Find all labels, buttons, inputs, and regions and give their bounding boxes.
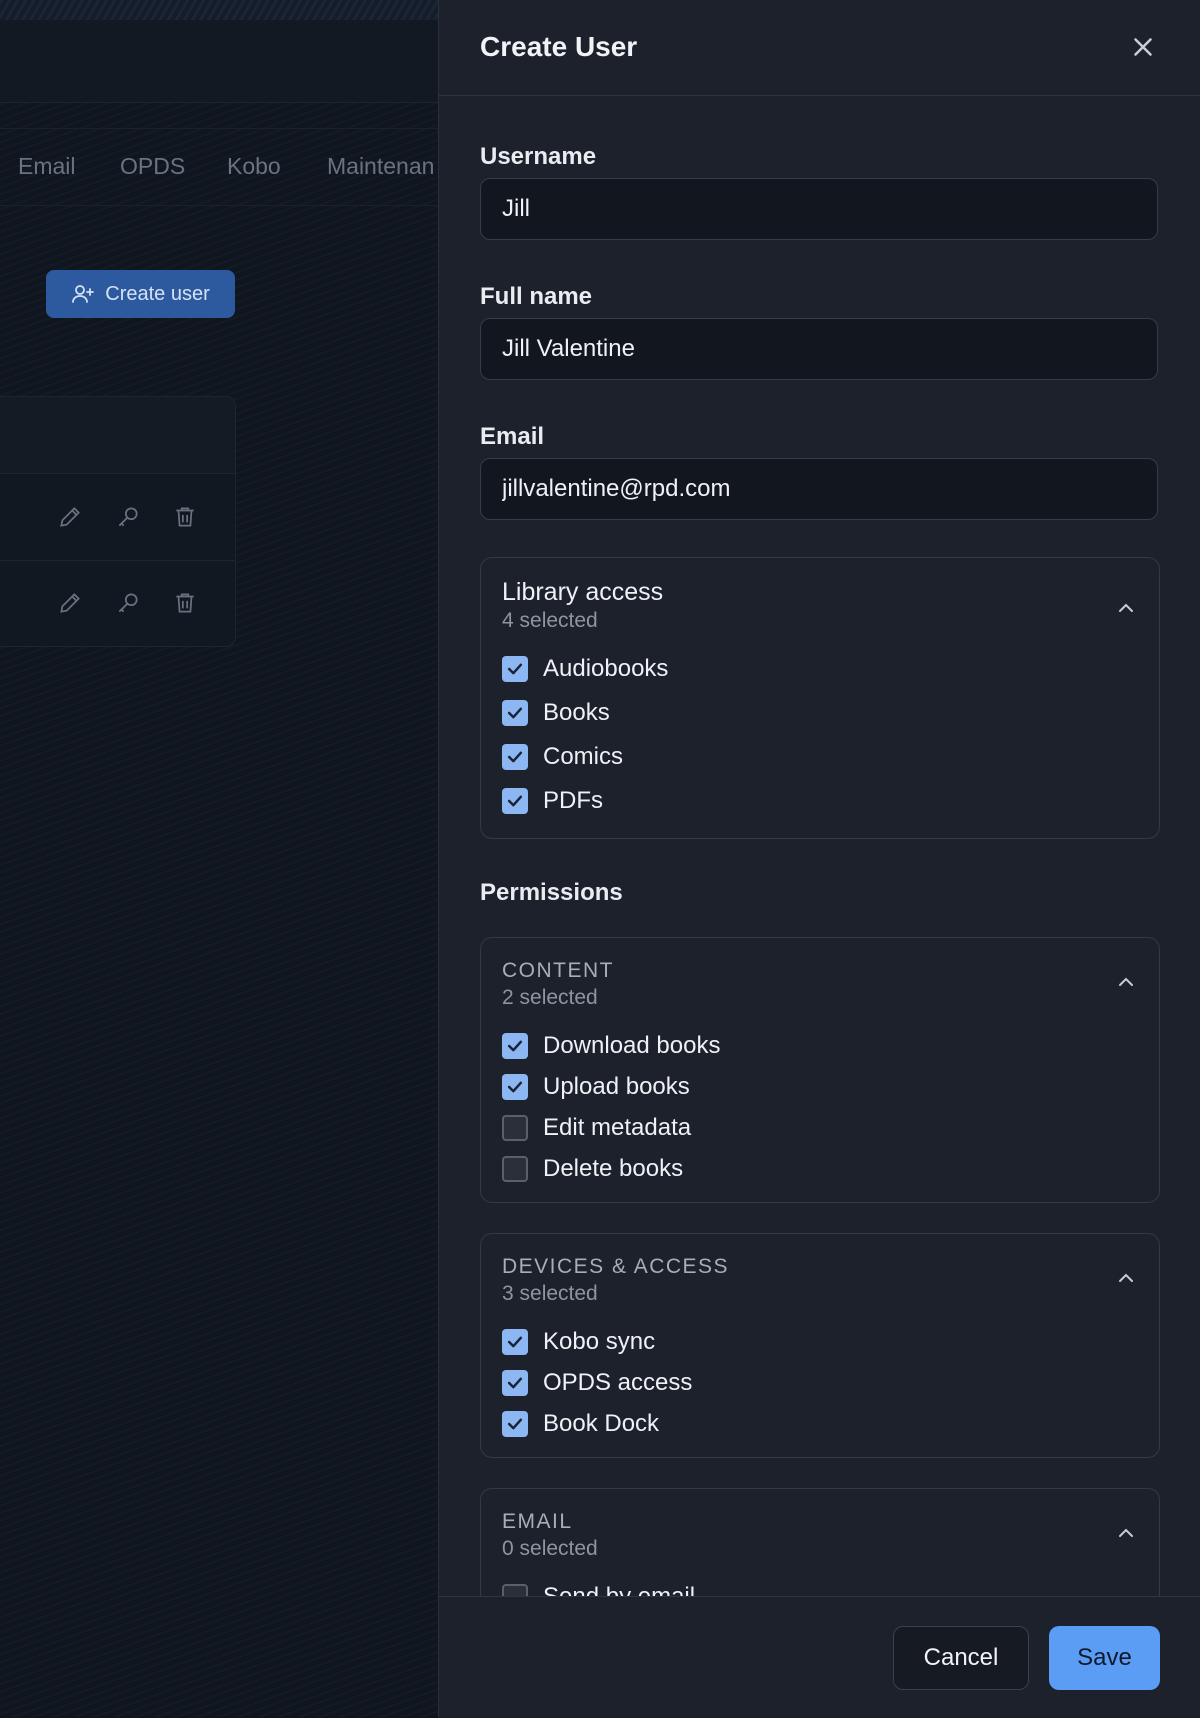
permission-option-edit-metadata[interactable]: Edit metadata [502,1113,691,1143]
users-table [0,396,236,647]
create-user-button[interactable]: Create user [46,270,235,318]
option-label: PDFs [543,787,603,814]
option-label: Send by email [543,1583,695,1596]
chevron-up-icon[interactable] [1114,596,1138,620]
permission-group-devices: DEVICES & ACCESS 3 selected Kobo sync OP… [480,1233,1160,1458]
checkbox-checked[interactable] [502,1411,528,1437]
checkbox-checked[interactable] [502,1329,528,1355]
email-label: Email [480,423,545,450]
chevron-up-icon[interactable] [1114,1266,1138,1290]
close-icon[interactable] [1128,32,1158,62]
permission-option-send-email[interactable]: Send by email [502,1582,695,1596]
option-label: Delete books [543,1155,684,1182]
permission-group-email: EMAIL 0 selected Send by email [480,1488,1160,1596]
cancel-button[interactable]: Cancel [893,1626,1029,1690]
fullname-input[interactable] [480,318,1158,380]
user-plus-icon [72,285,95,303]
create-user-drawer: Create User Username Full name Email Lib… [438,0,1200,1718]
key-icon[interactable] [115,504,141,530]
save-button[interactable]: Save [1049,1626,1160,1690]
group-title: DEVICES & ACCESS [502,1255,730,1278]
bg-tab-email[interactable]: Email [18,153,76,180]
option-label: Book Dock [543,1410,660,1437]
trash-icon[interactable] [172,504,198,530]
option-label: Edit metadata [543,1114,692,1141]
drawer-footer: Cancel Save [439,1596,1200,1718]
library-access-title: Library access [502,578,664,606]
bg-tab-kobo[interactable]: Kobo [227,153,281,180]
bg-tab-maintenance[interactable]: Maintenan [327,153,434,180]
permission-option-delete[interactable]: Delete books [502,1154,683,1184]
group-title: CONTENT [502,959,614,982]
fullname-label: Full name [480,283,593,310]
group-count: 0 selected [502,1537,598,1560]
permission-group-content: CONTENT 2 selected Download books Upload… [480,937,1160,1203]
chevron-up-icon[interactable] [1114,1521,1138,1545]
key-icon[interactable] [115,590,141,616]
option-label: Books [543,699,610,726]
option-label: OPDS access [543,1369,693,1396]
checkbox-unchecked[interactable] [502,1156,528,1182]
option-label: Kobo sync [543,1328,656,1355]
checkbox-checked[interactable] [502,744,528,770]
checkbox-checked[interactable] [502,656,528,682]
drawer-body[interactable]: Username Full name Email Library access … [480,96,1160,1596]
option-label: Download books [543,1032,721,1059]
checkbox-unchecked[interactable] [502,1584,528,1596]
checkbox-checked[interactable] [502,1370,528,1396]
permission-option-upload[interactable]: Upload books [502,1072,690,1102]
group-title: EMAIL [502,1510,573,1533]
group-count: 3 selected [502,1282,598,1305]
option-label: Audiobooks [543,655,669,682]
background-banner [0,0,438,20]
permission-option-opds[interactable]: OPDS access [502,1368,692,1398]
drawer-title: Create User [480,31,638,62]
username-input[interactable] [480,178,1158,240]
trash-icon[interactable] [172,590,198,616]
checkbox-unchecked[interactable] [502,1115,528,1141]
checkbox-checked[interactable] [502,1033,528,1059]
username-label: Username [480,143,597,170]
permissions-label: Permissions [480,879,623,906]
edit-icon[interactable] [57,590,83,616]
table-row [0,560,235,646]
option-label: Upload books [543,1073,690,1100]
library-access-group: Library access 4 selected Audiobooks Boo… [480,557,1160,839]
background-tab-bar: Email OPDS Kobo Maintenan [0,128,438,206]
edit-icon[interactable] [57,504,83,530]
bg-tab-opds[interactable]: OPDS [120,153,185,180]
library-option-pdfs[interactable]: PDFs [502,786,603,816]
users-table-header [0,397,235,474]
group-count: 2 selected [502,986,598,1009]
option-label: Comics [543,743,624,770]
chevron-up-icon[interactable] [1114,970,1138,994]
checkbox-checked[interactable] [502,700,528,726]
permission-option-download[interactable]: Download books [502,1031,720,1061]
permission-option-kobo-sync[interactable]: Kobo sync [502,1327,655,1357]
background-header [0,20,438,103]
library-access-count: 4 selected [502,609,598,632]
permission-option-book-dock[interactable]: Book Dock [502,1409,659,1439]
background-page: Email OPDS Kobo Maintenan Create user [0,0,438,1717]
checkbox-checked[interactable] [502,788,528,814]
table-row [0,474,235,561]
library-option-comics[interactable]: Comics [502,742,623,772]
email-input[interactable] [480,458,1158,520]
create-user-label: Create user [105,282,210,305]
library-option-audiobooks[interactable]: Audiobooks [502,654,668,684]
checkbox-checked[interactable] [502,1074,528,1100]
drawer-header: Create User [439,0,1200,96]
library-option-books[interactable]: Books [502,698,610,728]
